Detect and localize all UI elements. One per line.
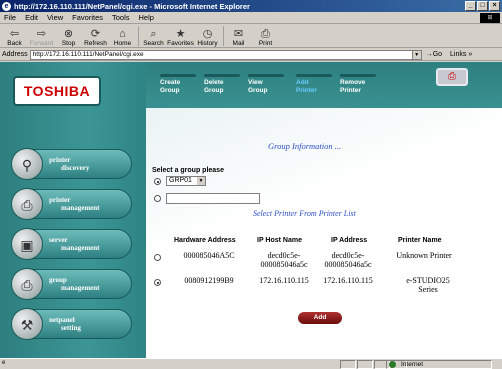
address-input[interactable]: http://172.16.110.111/NetPanel/cgi.exe ▼ [29,49,422,60]
toshiba-logo: TOSHIBA [13,76,101,106]
row1-host-name: decd0c5e-000085046a5c [260,251,308,269]
tab-delete-group[interactable]: Delete Group [204,74,240,95]
printer-icon: ⎙ [11,188,43,220]
sidebar-item-printer-management[interactable]: ⎙ printer management [11,188,132,220]
security-zone: Internet [386,360,492,369]
search-icon: ⌕ [150,28,157,40]
menu-favorites[interactable]: Favorites [72,13,103,22]
top-nav: Create Group Delete Group View Group Add Pri… [146,62,502,108]
existing-group-radio[interactable] [154,178,161,185]
sidebar-item-server-management[interactable]: ▣ server management [11,228,132,260]
maximize-button[interactable]: □ [477,1,488,11]
sidebar: TOSHIBA ⚲ printer discovery ⎙ printer mana… [0,62,146,358]
history-button[interactable]: ◷ History [196,28,219,47]
sidebar-item-group-management[interactable]: ⎙ group management [11,268,132,300]
address-value: http://172.16.110.111/NetPanel/cgi.exe [32,51,144,58]
row1-radio[interactable] [154,254,161,261]
ie-logo-icon: e [2,1,11,11]
header-hardware-address: Hardware Address [174,237,236,244]
stop-button[interactable]: ⊗ Stop [57,28,80,47]
new-group-input[interactable] [166,193,260,204]
minimize-button[interactable]: _ [465,1,476,11]
print-button[interactable]: ⎙ Print [254,28,277,47]
go-button[interactable]: →Go [426,51,442,58]
search-button[interactable]: ⌕ Search [142,28,165,47]
row2-host-name: 172.16.110.115 [259,276,309,285]
row1-printer-name: Unknown Printer [396,251,452,260]
print-page-icon[interactable]: ⎙ [436,68,468,86]
refresh-button[interactable]: ⟳ Refresh [84,28,107,47]
mail-button[interactable]: ✉ Mail [227,28,250,47]
row1-hardware-address: 000085046A5C [183,251,235,260]
status-bar: e Internet [0,358,502,369]
windows-logo-icon: ⊞ [480,13,500,23]
links-button[interactable]: Links » [450,51,472,58]
menu-bar: File Edit View Favorites Tools Help [0,12,502,24]
row2-ip-address: 172.16.110.115 [323,276,373,285]
server-icon: ▣ [11,228,43,260]
favorites-icon: ★ [175,28,186,40]
wrench-icon: ⚒ [11,308,43,340]
tab-view-group[interactable]: View Group [248,74,284,95]
tab-remove-printer[interactable]: Remove Printer [340,74,377,95]
favorites-button[interactable]: ★ Favorites [167,28,194,47]
row1-ip-address: decd0c5e-000085046a5c [324,251,372,269]
refresh-icon: ⟳ [90,28,101,40]
add-button[interactable]: Add [298,312,342,324]
address-bar: Address http://172.16.110.111/NetPanel/c… [0,49,502,61]
header-ip-address: IP Address [331,237,368,244]
title-bar: e http://172.16.110.111/NetPanel/cgi.exe… [0,0,502,12]
address-label: Address [2,51,28,58]
menu-tools[interactable]: Tools [112,13,130,22]
window-title: http://172.16.110.111/NetPanel/cgi.exe -… [14,1,250,11]
header-printer-name: Printer Name [398,237,442,244]
tab-create-group[interactable]: Create Group [160,74,197,95]
sidebar-item-netpanel-setting[interactable]: ⚒ netpanel setting [11,308,132,340]
mail-icon: ✉ [233,28,244,40]
forward-arrow-icon: ⇨ [36,28,47,40]
row2-radio[interactable] [154,279,161,286]
header-ip-host-name: IP Host Name [257,237,302,244]
row2-hardware-address: 0080912199B9 [184,276,234,285]
printer-list-title: Select Printer From Printer List [253,209,356,218]
chevron-down-icon[interactable]: ▼ [411,50,421,59]
home-icon: ⌂ [119,28,126,40]
new-group-radio[interactable] [154,195,161,202]
stop-icon: ⊗ [63,28,74,40]
menu-file[interactable]: File [4,13,16,22]
tab-add-printer[interactable]: Add Printer [296,74,332,95]
history-icon: ◷ [202,28,213,40]
menu-view[interactable]: View [47,13,63,22]
printer-group-icon: ⎙ [11,268,43,300]
select-group-label: Select a group please [152,167,224,174]
row2-printer-name: e-STUDIO25 Series [406,276,450,294]
back-button[interactable]: ⇦ Back [3,28,26,47]
home-button[interactable]: ⌂ Home [111,28,134,47]
close-button[interactable]: × [489,1,500,11]
chevron-down-icon: ▼ [197,177,205,185]
back-arrow-icon: ⇦ [9,28,20,40]
group-select[interactable]: GRP01 ▼ [166,176,206,186]
menu-edit[interactable]: Edit [25,13,38,22]
sidebar-item-printer-discovery[interactable]: ⚲ printer discovery [11,148,132,180]
forward-button[interactable]: ⇨ Forward [30,28,54,47]
toolbar: ⇦ Back ⇨ Forward ⊗ Stop ⟳ Refresh ⌂ Home ⌕ Sea… [0,25,502,48]
print-icon: ⎙ [261,28,270,40]
menu-help[interactable]: Help [139,13,154,22]
binoculars-icon: ⚲ [11,148,43,180]
page-status-icon: e [2,359,6,366]
section-title: Group Information ... [268,141,342,151]
page-content: TOSHIBA ⚲ printer discovery ⎙ printer mana… [0,62,502,358]
